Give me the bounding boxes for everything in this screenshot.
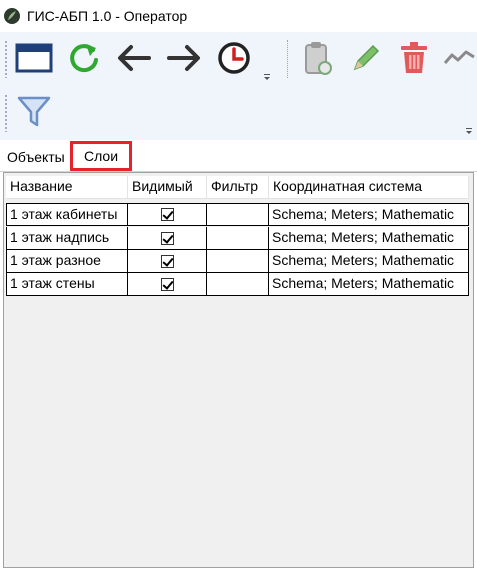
table-header-row: Название Видимый Фильтр Координатная сис…: [6, 176, 469, 199]
app-logo-icon: [4, 8, 20, 24]
window-button[interactable]: [14, 38, 54, 78]
paste-button[interactable]: [297, 38, 337, 78]
visible-checkbox[interactable]: [160, 254, 174, 268]
arrow-right-icon: [167, 45, 200, 71]
forward-button[interactable]: [164, 38, 204, 78]
main-toolbar: [0, 32, 477, 86]
window-icon: [15, 43, 53, 73]
cell-coordinate-system[interactable]: Schema; Meters; Mathematic: [269, 227, 469, 250]
delete-button[interactable]: [394, 38, 434, 78]
cell-filter[interactable]: [207, 273, 269, 296]
title-bar: ГИС-АБП 1.0 - Оператор: [0, 0, 477, 32]
cell-visible[interactable]: [128, 250, 207, 273]
filter-button[interactable]: [14, 92, 54, 132]
cell-coordinate-system[interactable]: Schema; Meters; Mathematic: [269, 203, 469, 226]
toolbar-grip[interactable]: [4, 40, 8, 78]
column-header-visible[interactable]: Видимый: [128, 176, 207, 199]
visible-checkbox[interactable]: [160, 208, 174, 221]
cell-layer-name[interactable]: 1 этаж кабинеты: [6, 203, 128, 226]
cell-filter[interactable]: [207, 227, 269, 250]
pencil-icon: [353, 44, 380, 71]
table-row[interactable]: 1 этаж надпись Schema; Meters; Mathemati…: [6, 227, 469, 250]
chart-line-icon: [443, 50, 475, 64]
chart-button[interactable]: [442, 38, 477, 78]
cell-filter[interactable]: [207, 203, 269, 226]
arrow-left-icon: [118, 45, 151, 71]
trash-icon: [401, 42, 427, 73]
window-title: ГИС-АБП 1.0 - Оператор: [27, 8, 188, 24]
toolbar-separator: [287, 40, 289, 78]
cell-layer-name[interactable]: 1 этаж надпись: [6, 227, 128, 250]
filter-icon: [17, 96, 51, 127]
cell-coordinate-system[interactable]: Schema; Meters; Mathematic: [269, 273, 469, 296]
toolbar-overflow-2[interactable]: [466, 128, 472, 134]
toolbar-overflow-1[interactable]: [264, 74, 270, 80]
cell-coordinate-system[interactable]: Schema; Meters; Mathematic: [269, 250, 469, 273]
tab-strip: Объекты Слои: [0, 140, 477, 172]
cell-layer-name[interactable]: 1 этаж разное: [6, 250, 128, 273]
table-row[interactable]: 1 этаж стены Schema; Meters; Mathematic: [6, 273, 469, 296]
cell-visible[interactable]: [128, 203, 207, 226]
visible-checkbox[interactable]: [160, 231, 174, 245]
cell-filter[interactable]: [207, 250, 269, 273]
cell-layer-name[interactable]: 1 этаж стены: [6, 273, 128, 296]
edit-button[interactable]: [346, 38, 386, 78]
visible-checkbox[interactable]: [160, 277, 174, 291]
column-header-name[interactable]: Название: [6, 176, 128, 199]
back-button[interactable]: [114, 38, 154, 78]
chevron-down-icon: [466, 128, 472, 134]
refresh-icon: [70, 44, 98, 73]
table-row[interactable]: 1 этаж кабинеты Schema; Meters; Mathemat…: [6, 203, 469, 226]
filter-toolbar: [0, 86, 477, 140]
toolbar-grip[interactable]: [4, 94, 8, 132]
table-row[interactable]: 1 этаж разное Schema; Meters; Mathematic: [6, 250, 469, 273]
clipboard-icon: [305, 42, 332, 75]
cell-visible[interactable]: [128, 273, 207, 296]
tab-objects[interactable]: Объекты: [3, 146, 69, 168]
refresh-button[interactable]: [64, 38, 104, 78]
column-header-coordinate-system[interactable]: Координатная система: [269, 176, 469, 199]
column-header-filter[interactable]: Фильтр: [207, 176, 269, 199]
history-button[interactable]: [214, 38, 254, 78]
cell-visible[interactable]: [128, 227, 207, 250]
clock-icon: [218, 42, 250, 74]
tab-layers[interactable]: Слои: [70, 141, 132, 171]
chevron-down-icon: [264, 74, 270, 80]
